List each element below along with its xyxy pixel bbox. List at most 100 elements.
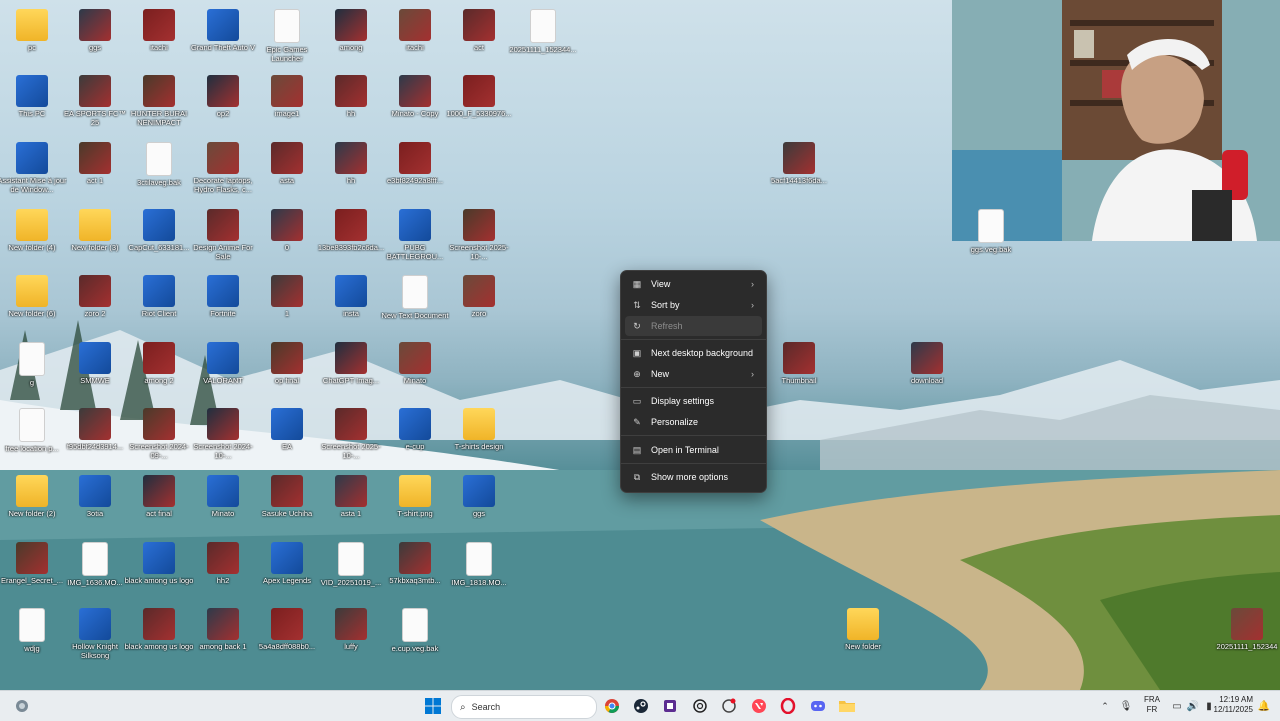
desktop-icon[interactable]: download [894, 338, 960, 404]
desktop-icon[interactable]: This PC [0, 71, 65, 137]
start-button[interactable] [423, 696, 443, 716]
desktop-icon[interactable]: asta [254, 138, 320, 204]
desktop-icon[interactable]: Epic Games Launcher [254, 5, 320, 71]
desktop-icon[interactable]: black among us logo [125, 604, 193, 670]
desktop-icon[interactable]: 5acf14413f6da... [766, 138, 832, 204]
desktop-icon[interactable]: Apex Legends [254, 538, 320, 604]
desktop-icon[interactable]: itachi [382, 5, 448, 71]
desktop-icon[interactable]: hh [318, 71, 384, 137]
desktop-icon[interactable]: Hollow Knight Silksong [62, 604, 128, 670]
opera-gx-icon[interactable] [778, 696, 798, 716]
desktop-icon[interactable]: 20251111_152344 [1214, 604, 1280, 670]
menu-item-view[interactable]: ▦ View › [625, 274, 762, 294]
desktop-icon[interactable]: New folder (2) [0, 471, 65, 537]
desktop-icon[interactable]: 5a4a8dff088b0... [254, 604, 320, 670]
desktop-icon[interactable]: Sasuke Uchiha [254, 471, 320, 537]
language-indicator[interactable]: FRA FR [1142, 695, 1162, 714]
menu-item-open-in-terminal[interactable]: ▤ Open in Terminal [625, 440, 762, 460]
desktop-icon[interactable]: Riot Client [126, 271, 192, 337]
desktop-icon[interactable]: pc [0, 5, 65, 71]
desktop-icon[interactable]: T-shirt.png [382, 471, 448, 537]
desktop-icon[interactable]: IMG_1818.MO... [446, 538, 512, 604]
chatgpt-icon[interactable] [690, 696, 710, 716]
menu-item-personalize[interactable]: ✎ Personalize [625, 412, 762, 432]
desktop-icon[interactable]: among [318, 5, 384, 71]
desktop-icon[interactable]: EA [254, 404, 320, 470]
desktop-icon[interactable]: luffy [318, 604, 384, 670]
show-hidden-icons-chevron-icon[interactable]: ⌃ [1095, 696, 1115, 716]
clock[interactable]: 12:19 AM 12/11/2025 [1203, 695, 1253, 714]
desktop-icon[interactable]: 3otia [62, 471, 128, 537]
valorant-icon[interactable] [749, 696, 769, 716]
steam-icon[interactable] [631, 696, 651, 716]
desktop-icon[interactable]: New folder (3) [62, 205, 128, 271]
desktop-icon[interactable]: New folder (4) [0, 205, 65, 271]
desktop-icon[interactable]: Fortnite [190, 271, 256, 337]
desktop-icon[interactable]: Thumbnail [766, 338, 832, 404]
desktop-icon[interactable]: wdjg [0, 604, 65, 670]
desktop-icon[interactable]: image1 [254, 71, 320, 137]
desktop-icon[interactable]: PUBG BATTLEGROU... [382, 205, 448, 271]
discord-icon[interactable] [808, 696, 828, 716]
desktop-icon[interactable]: hh2 [190, 538, 256, 604]
widgets-icon[interactable] [12, 696, 32, 716]
desktop-icon[interactable]: 57kbxaq3mtb... [382, 538, 448, 604]
desktop-icon[interactable]: among 2 [126, 338, 192, 404]
desktop-icon[interactable]: Grand Theft Auto V [190, 5, 256, 71]
menu-item-sort-by[interactable]: ⇅ Sort by › [625, 295, 762, 315]
microphone-icon[interactable]: 🎙 [1116, 696, 1136, 716]
menu-item-show-more-options[interactable]: ⧉ Show more options [625, 467, 762, 487]
desktop-icon[interactable]: EA SPORTS FC™ 25 [62, 71, 128, 137]
desktop-icon[interactable]: 20251111_152344... [509, 5, 577, 71]
desktop-icon[interactable]: hh [318, 138, 384, 204]
menu-item-display-settings[interactable]: ▭ Display settings [625, 391, 762, 411]
desktop-icon[interactable]: e.cup.veg.bak [382, 604, 448, 670]
desktop-icon[interactable]: Screenshot 2024-09-... [126, 404, 192, 470]
desktop-icon[interactable]: IMG_1636.MO... [62, 538, 128, 604]
file-explorer-icon[interactable] [837, 696, 857, 716]
desktop-icon[interactable]: Screenshot 2024-10-... [190, 404, 256, 470]
desktop-icon[interactable]: 1 [254, 271, 320, 337]
desktop-icon[interactable]: act [446, 5, 512, 71]
desktop-icon[interactable]: VALORANT [190, 338, 256, 404]
desktop-icon[interactable]: SMMWE [62, 338, 128, 404]
desktop-icon[interactable]: ggs [446, 471, 512, 537]
desktop-icon[interactable]: e3bf82492a8fff... [382, 138, 448, 204]
desktop-icon[interactable]: HUNTER BURAI NENIMPACT [126, 71, 192, 137]
desktop-icon[interactable]: f95dbf24d3914... [62, 404, 128, 470]
desktop-icon[interactable]: itachi [126, 5, 192, 71]
notifications-bell-icon[interactable]: 🔔 [1254, 696, 1274, 716]
desktop-icon[interactable]: zoro [446, 271, 512, 337]
desktop-icon[interactable]: insta [318, 271, 384, 337]
desktop-icon[interactable]: black among us logo [125, 538, 193, 604]
desktop-icon[interactable]: asta 1 [318, 471, 384, 537]
desktop-icon[interactable]: 3ctilaveg.bak [126, 138, 192, 204]
desktop-icon[interactable]: op2 [190, 71, 256, 137]
desktop-icon[interactable]: VID_20251019_... [318, 538, 384, 604]
menu-item-new[interactable]: ⊕ New › [625, 364, 762, 384]
desktop-icon[interactable]: Minato [382, 338, 448, 404]
desktop-icon[interactable]: op final [254, 338, 320, 404]
desktop-icon[interactable]: ggs.veg.bak [958, 205, 1024, 271]
snipping-tool-icon[interactable] [660, 696, 680, 716]
desktop-icon[interactable]: Erangel_Secret_... [0, 538, 65, 604]
desktop-icon[interactable]: Screenshot 2025-10-... [446, 205, 512, 271]
desktop-icon[interactable]: 13be8393fb2c6da... [318, 205, 384, 271]
desktop-icon[interactable]: Minato [190, 471, 256, 537]
menu-item-refresh[interactable]: ↻ Refresh [625, 316, 762, 336]
desktop-icon[interactable]: New Text Document [382, 271, 448, 337]
desktop-icon[interactable]: 1000_F_5330976... [446, 71, 512, 137]
desktop-icon[interactable]: T-shirts design [446, 404, 512, 470]
desktop-icon[interactable]: act final [126, 471, 192, 537]
desktop-icon[interactable]: New folder [830, 604, 896, 670]
desktop-icon[interactable]: zoro 2 [62, 271, 128, 337]
menu-item-next-desktop-background[interactable]: ▣ Next desktop background [625, 343, 762, 363]
desktop-icon[interactable]: e-cup [382, 404, 448, 470]
desktop-icon[interactable]: ChatGPT Imag... [318, 338, 384, 404]
desktop-icon[interactable]: Design Anime For Sale [190, 205, 256, 271]
desktop-icon[interactable]: act 1 [62, 138, 128, 204]
recording-icon[interactable] [719, 696, 739, 716]
desktop-icon[interactable]: g [0, 338, 65, 404]
chrome-icon[interactable] [602, 696, 622, 716]
desktop-icon[interactable]: free location p... [0, 404, 65, 470]
